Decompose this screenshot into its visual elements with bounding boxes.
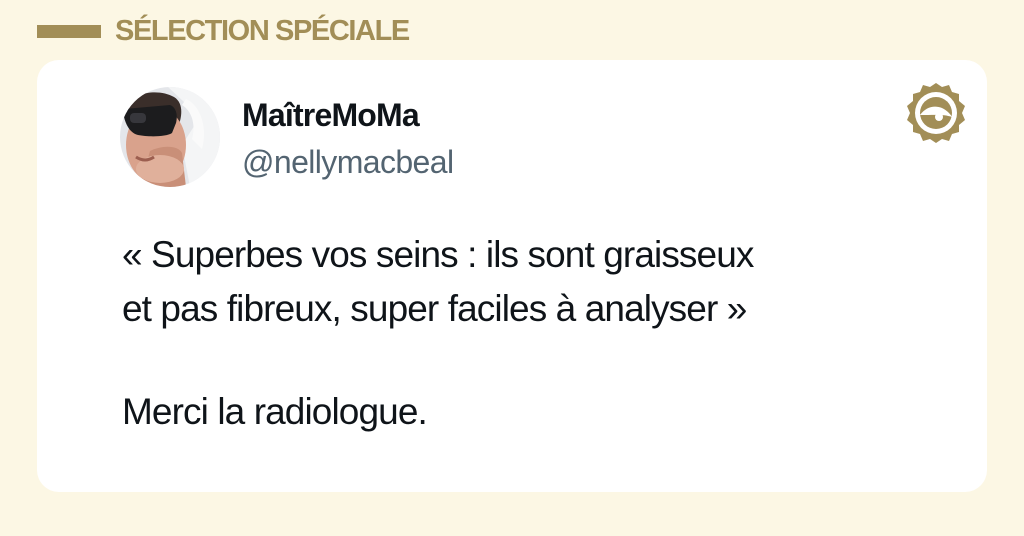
avatar-photo [120, 87, 220, 187]
tweet-text-line: et pas fibreux, super faciles à analyser… [122, 288, 747, 329]
tweet-text-line: Merci la radiologue. [122, 391, 428, 432]
tweet-text-line: « Superbes vos seins : ils sont graisseu… [122, 234, 754, 275]
section-header-bar [37, 25, 101, 38]
author-name[interactable]: MaîtreMoMa [242, 95, 420, 135]
seal-eye-icon [904, 81, 968, 145]
avatar[interactable] [120, 87, 220, 187]
tweet-card: MaîtreMoMa @nellymacbeal « Superbes vos … [37, 60, 987, 492]
section-title: SÉLECTION SPÉCIALE [115, 15, 410, 47]
tweet-text: « Superbes vos seins : ils sont graisseu… [122, 228, 952, 439]
author-handle[interactable]: @nellymacbeal [242, 142, 454, 182]
